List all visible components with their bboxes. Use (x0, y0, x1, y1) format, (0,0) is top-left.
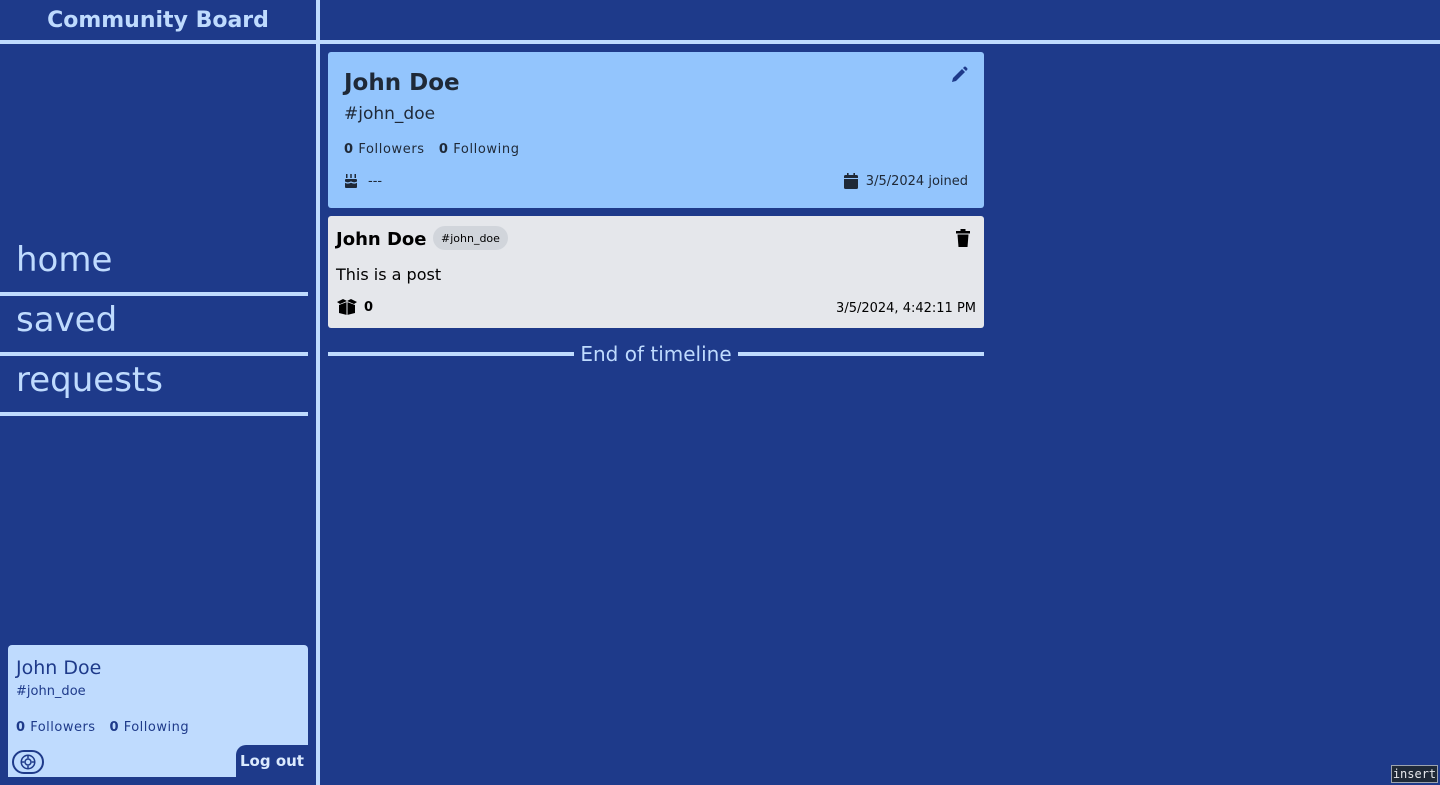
nav-menu: home saved requests (0, 236, 308, 416)
current-user-stats: 0 Followers 0 Following (16, 720, 189, 735)
end-line-left (328, 352, 575, 356)
end-of-timeline: End of timeline (328, 340, 984, 368)
current-user-card: John Doe #john_doe 0 Followers 0 Followi… (8, 645, 308, 777)
profile-handle: #john_doe (344, 104, 436, 124)
followers-label: Followers (30, 720, 96, 735)
post-content: This is a post (336, 265, 442, 284)
profile-followers-count: 0 (344, 142, 354, 157)
profile-joined: 3/5/2024 joined (843, 173, 968, 189)
trash-icon (956, 229, 970, 247)
open-box-icon[interactable] (336, 298, 358, 316)
profile-card: John Doe #john_doe 0 Followers 0 Followi… (328, 52, 984, 208)
birthday-cake-icon (344, 174, 358, 188)
end-of-timeline-label: End of timeline (580, 342, 732, 366)
profile-following-count: 0 (438, 142, 449, 157)
followers-count: 0 (16, 720, 26, 735)
profile-followers-label[interactable]: Followers (358, 142, 424, 157)
settings-button[interactable] (12, 750, 44, 774)
profile-stats: 0 Followers 0 Following (344, 142, 520, 157)
header-divider (0, 40, 1440, 44)
post-likes: 0 (336, 298, 373, 316)
following-label: Following (123, 720, 190, 735)
insert-mode-badge: insert (1391, 765, 1438, 783)
settings-gear-icon (20, 754, 36, 770)
current-user-name: John Doe (16, 657, 102, 679)
profile-name: John Doe (344, 70, 460, 96)
nav-item-home[interactable]: home (0, 236, 308, 296)
nav-item-saved[interactable]: saved (0, 296, 308, 356)
sidebar-divider (316, 0, 320, 785)
edit-profile-button[interactable] (950, 66, 970, 86)
post-likes-count: 0 (364, 299, 374, 315)
end-line-right (737, 352, 984, 356)
nav-item-requests[interactable]: requests (0, 356, 308, 416)
sidebar: Community Board home saved requests John… (0, 0, 316, 785)
profile-following-label[interactable]: Following (453, 142, 519, 157)
joined-label: joined (928, 173, 968, 189)
profile-birthday: --- (344, 173, 382, 189)
post-author-tag[interactable]: #john_doe (433, 226, 508, 250)
delete-post-button[interactable] (956, 229, 972, 247)
following-count: 0 (109, 720, 120, 735)
logout-button[interactable]: Log out (236, 745, 308, 777)
birthday-value: --- (368, 173, 383, 189)
pencil-icon (952, 66, 968, 82)
current-user-handle: #john_doe (16, 684, 86, 699)
app-title: Community Board (47, 7, 269, 33)
joined-date: 3/5/2024 (865, 173, 925, 189)
post-card: John Doe #john_doe This is a post 0 3/5/… (328, 216, 984, 328)
calendar-icon (843, 173, 858, 189)
post-author[interactable]: John Doe (336, 229, 426, 250)
post-timestamp: 3/5/2024, 4:42:11 PM (836, 301, 976, 316)
